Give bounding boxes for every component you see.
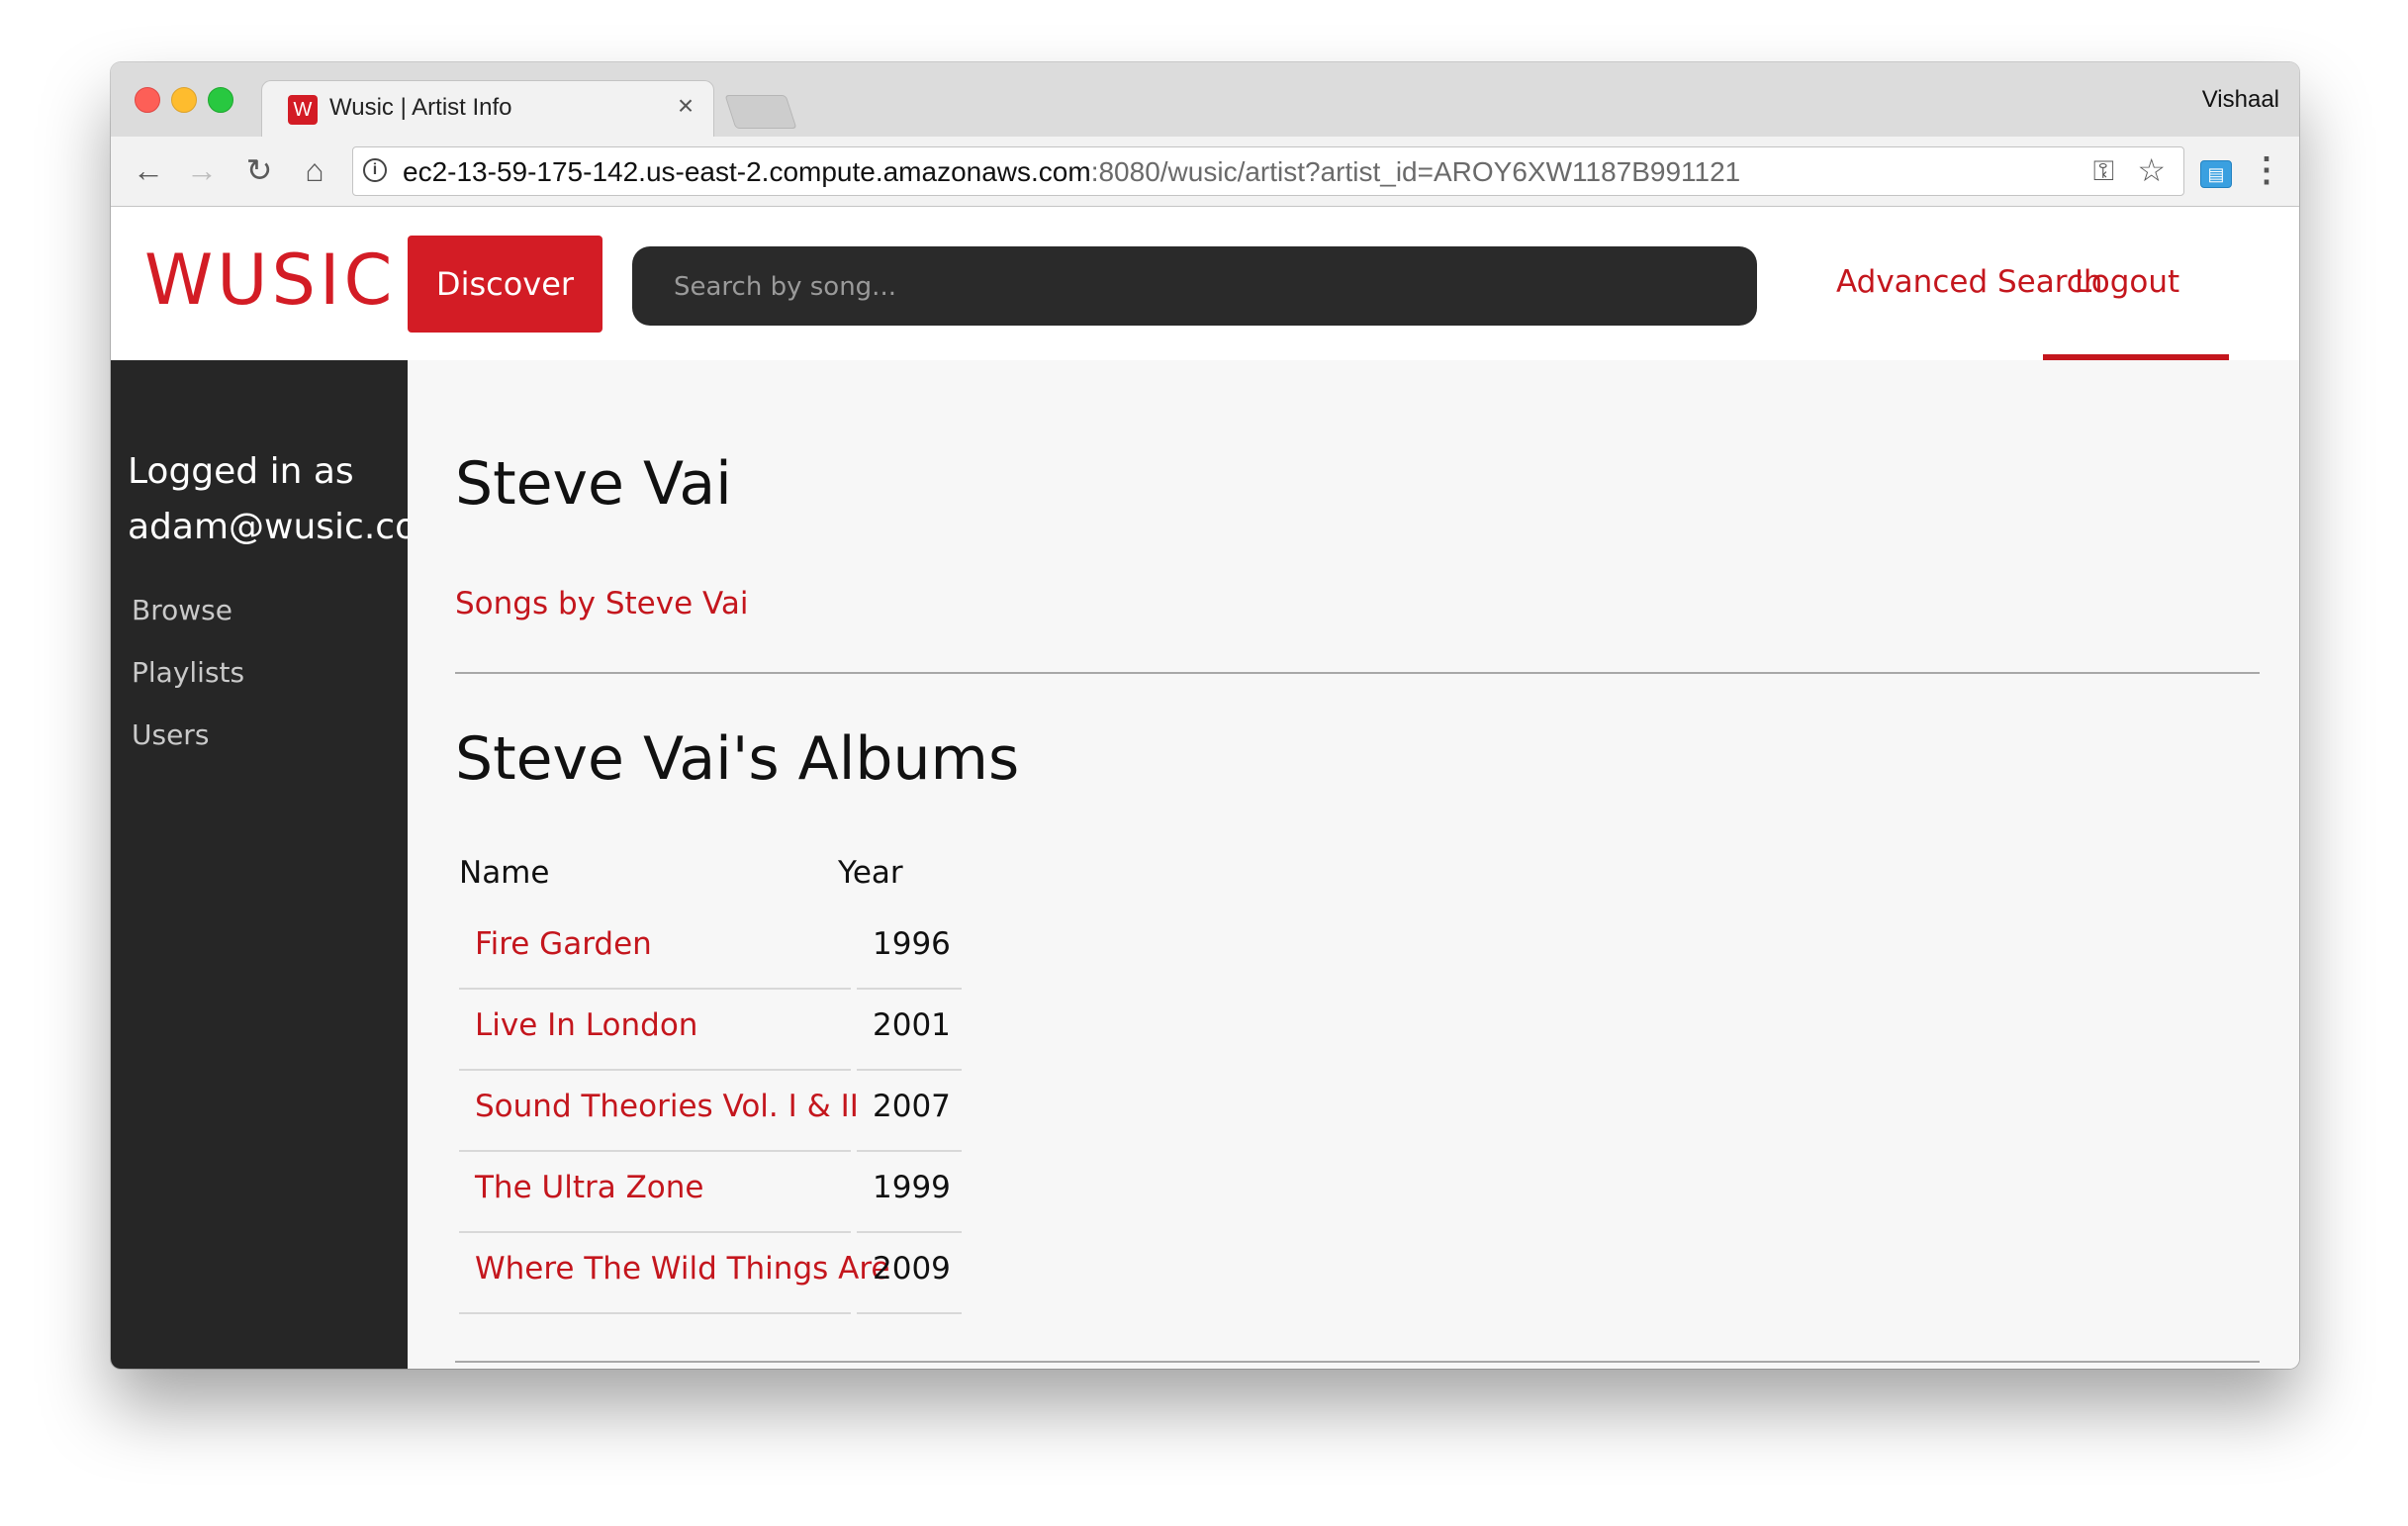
songs-by-artist-link[interactable]: Songs by Steve Vai [455,586,748,621]
album-year-cell: 1999 [857,1148,962,1233]
album-year: 2001 [873,1007,951,1043]
address-bar[interactable]: i ec2-13-59-175-142.us-east-2.compute.am… [352,146,2184,196]
forward-arrow-icon[interactable]: → [182,150,222,190]
back-arrow-icon[interactable]: ← [129,150,168,190]
logged-in-info: Logged in as adam@wusic.com [128,444,408,555]
browser-menu-icon[interactable]: ⋮ [2250,150,2283,190]
album-name-cell: Sound Theories Vol. I & II [459,1067,859,1152]
browser-tab-active[interactable]: W Wusic | Artist Info × [261,80,714,137]
logged-in-label: Logged in as [128,451,354,492]
album-name-cell: Live In London [459,986,851,1071]
section-divider [455,672,2260,674]
album-year-cell: 2009 [857,1229,962,1314]
column-header-year: Year [838,855,903,891]
album-name-cell: Fire Garden [459,905,851,990]
album-year: 1999 [873,1170,951,1205]
album-link[interactable]: Live In London [475,1007,697,1043]
album-year: 1996 [873,926,951,962]
album-name-cell: Where The Wild Things Are [459,1229,889,1314]
albums-heading: Steve Vai's Albums [455,724,1020,794]
tab-strip: W Wusic | Artist Info × Vishaal [111,62,2299,137]
home-icon[interactable]: ⌂ [295,150,334,190]
browser-profile-name[interactable]: Vishaal [2202,86,2279,114]
song-search-box[interactable] [632,246,1757,328]
url-host: ec2-13-59-175-142.us-east-2.compute.amaz… [403,156,1091,187]
tab-close-icon[interactable]: × [672,92,699,120]
artist-name-heading: Steve Vai [455,449,732,519]
site-info-icon[interactable]: i [363,158,387,182]
user-email: adam@wusic.com [128,507,408,547]
url-text[interactable]: ec2-13-59-175-142.us-east-2.compute.amaz… [403,156,1740,188]
album-name-cell: The Ultra Zone [459,1148,851,1233]
album-year-cell: 2007 [857,1067,962,1152]
sidebar: Logged in as adam@wusic.com Browse Playl… [111,360,408,1369]
app-header: WUSIC Discover Advanced Search Logout [111,207,2299,360]
tab-title: Wusic | Artist Info [329,94,512,121]
logout-link[interactable]: Logout [2075,264,2179,300]
key-icon[interactable]: ⚿ [2093,155,2114,188]
album-year-cell: 2001 [857,986,962,1071]
browser-window: W Wusic | Artist Info × Vishaal ← → ↻ ⌂ … [111,62,2299,1369]
sidebar-item-users[interactable]: Users [132,718,209,751]
column-header-name: Name [459,855,550,891]
discover-button[interactable]: Discover [408,236,602,333]
url-path: :8080/wusic/artist?artist_id=AROY6XW1187… [1090,156,1741,187]
new-tab-button[interactable] [724,95,797,129]
song-search-input[interactable] [672,246,1724,328]
bookmark-star-icon[interactable]: ☆ [2137,151,2166,189]
minimize-window-button[interactable] [171,87,197,113]
album-year: 2009 [873,1251,951,1287]
logout-nav-item[interactable]: Logout [2043,207,2229,360]
album-link[interactable]: The Ultra Zone [475,1170,704,1205]
maximize-window-button[interactable] [208,87,233,113]
reload-icon[interactable]: ↻ [239,150,279,190]
sidebar-item-browse[interactable]: Browse [132,594,232,626]
browser-toolbar: ← → ↻ ⌂ i ec2-13-59-175-142.us-east-2.co… [111,137,2299,207]
album-link[interactable]: Fire Garden [475,926,652,962]
section-divider [455,1361,2260,1363]
wusic-favicon-icon: W [288,95,318,125]
sidebar-item-playlists[interactable]: Playlists [132,656,244,689]
close-window-button[interactable] [135,87,160,113]
album-year-cell: 1996 [857,905,962,990]
wusic-logo[interactable]: WUSIC [144,240,396,320]
main-content: Steve Vai Songs by Steve Vai Steve Vai's… [408,360,2299,1369]
album-link[interactable]: Sound Theories Vol. I & II [475,1089,859,1124]
album-year: 2007 [873,1089,951,1124]
reader-extension-icon[interactable]: ▤ [2200,160,2232,188]
album-link[interactable]: Where The Wild Things Are [475,1251,889,1287]
